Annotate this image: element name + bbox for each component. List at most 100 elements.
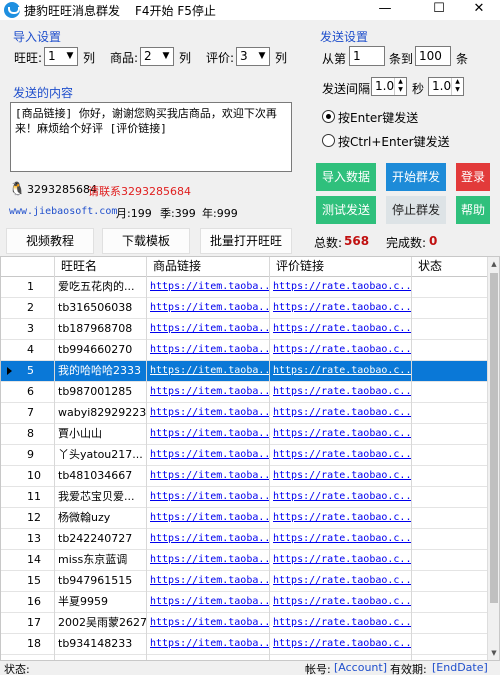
table-row[interactable]: 4 tb994660270 https://item.taoba... https:/…: [1, 340, 489, 361]
product-link-cell[interactable]: https://item.taoba...: [147, 382, 270, 403]
review-link-cell[interactable]: https://rate.taobao.c...: [270, 445, 412, 466]
close-button[interactable]: ✕: [456, 0, 500, 20]
video-tutorial-button[interactable]: 视频教程: [6, 228, 94, 254]
table-row[interactable]: 17 2002吴雨蒙2627 https://item.taoba... https:…: [1, 613, 489, 634]
interval-label: 发送间隔: [322, 82, 371, 96]
review-link-cell[interactable]: https://rate.taobao.c...: [270, 592, 412, 613]
review-link-cell[interactable]: https://rate.taobao.c...: [270, 508, 412, 529]
help-button[interactable]: 帮助: [456, 196, 490, 224]
interval-max-stepper[interactable]: 1.0 ▲ ▼: [428, 77, 464, 96]
table-row[interactable]: 10 tb481034667 https://item.taoba... https:…: [1, 466, 489, 487]
product-link-cell[interactable]: https://item.taoba...: [147, 508, 270, 529]
review-link-cell[interactable]: https://rate.taobao.c...: [270, 382, 412, 403]
review-link-cell[interactable]: https://rate.taobao.c...: [270, 529, 412, 550]
product-link-cell[interactable]: https://item.taoba...: [147, 634, 270, 655]
product-link-cell[interactable]: https://item.taoba...: [147, 403, 270, 424]
product-link-cell[interactable]: https://item.taoba...: [147, 445, 270, 466]
table-row[interactable]: 15 tb947961515 https://item.taoba... https:…: [1, 571, 489, 592]
table-row[interactable]: 3 tb187968708 https://item.taoba... https:/…: [1, 319, 489, 340]
review-link-cell[interactable]: https://rate.taobao.c...: [270, 277, 412, 298]
recipient-grid[interactable]: 旺旺名 商品链接 评价链接 状态 1 爱吃五花肉的... https://item.…: [0, 256, 500, 661]
from-index-input[interactable]: 1: [349, 46, 385, 66]
wangwang-name-cell: tb187968708: [55, 319, 147, 340]
product-link-cell[interactable]: https://item.taoba...: [147, 340, 270, 361]
batch-open-wangwang-button[interactable]: 批量打开旺旺: [200, 228, 292, 254]
product-column-select[interactable]: 2 ▼: [140, 47, 174, 66]
grid-header: 旺旺名 商品链接 评价链接 状态: [1, 257, 489, 277]
review-link-cell[interactable]: https://rate.taobao.c...: [270, 424, 412, 445]
wangwang-column-select[interactable]: 1 ▼: [44, 47, 78, 66]
table-row[interactable]: 5 我的哈哈哈2333 https://item.taoba... https://r…: [1, 361, 489, 382]
scrollbar-thumb[interactable]: [490, 273, 498, 603]
product-link-cell[interactable]: https://item.taoba...: [147, 592, 270, 613]
table-row[interactable]: 1 爱吃五花肉的... https://item.taoba... https://r…: [1, 277, 489, 298]
table-row[interactable]: 7 wabyi82929223 https://item.taoba... https…: [1, 403, 489, 424]
status-cell: [412, 382, 489, 403]
website-link[interactable]: www.jiebaosoft.com: [9, 206, 117, 217]
message-textarea[interactable]: [商品链接] 你好，谢谢您购买我店商品，欢迎下次再来！麻烦给个好评 [评价链接]: [10, 102, 292, 172]
scroll-down-icon[interactable]: ▼: [488, 646, 499, 660]
test-send-button[interactable]: 测试发送: [316, 196, 376, 224]
product-link-cell[interactable]: https://item.taoba...: [147, 277, 270, 298]
row-number: 9: [1, 445, 55, 466]
vertical-scrollbar[interactable]: ▲ ▼: [487, 257, 499, 660]
review-link-cell[interactable]: https://rate.taobao.c...: [270, 340, 412, 361]
column-header-status[interactable]: 状态: [412, 257, 489, 277]
column-header-product[interactable]: 商品链接: [147, 257, 270, 277]
review-link-cell[interactable]: https://rate.taobao.c...: [270, 613, 412, 634]
product-link-cell[interactable]: https://item.taoba...: [147, 298, 270, 319]
column-header-review[interactable]: 评价链接: [270, 257, 412, 277]
review-link-cell[interactable]: https://rate.taobao.c...: [270, 361, 412, 382]
row-header-corner: [1, 257, 55, 277]
table-row[interactable]: 12 杨微翰uzy https://item.taoba... https://rat…: [1, 508, 489, 529]
enter-send-label[interactable]: 按Enter键发送: [338, 109, 418, 126]
product-link-cell[interactable]: https://item.taoba...: [147, 529, 270, 550]
table-row[interactable]: 13 tb242240727 https://item.taoba... https:…: [1, 529, 489, 550]
stepper-arrows-icon[interactable]: ▲ ▼: [451, 78, 463, 95]
product-link-cell[interactable]: https://item.taoba...: [147, 550, 270, 571]
table-row[interactable]: 18 tb934148233 https://item.taoba... https:…: [1, 634, 489, 655]
status-cell: [412, 466, 489, 487]
table-row[interactable]: 2 tb316506038 https://item.taoba... https:/…: [1, 298, 489, 319]
table-row[interactable]: 14 miss东京蓝调 https://item.taoba... https://r…: [1, 550, 489, 571]
table-row[interactable]: 8 賈小山山 https://item.taoba... https://rate.t…: [1, 424, 489, 445]
review-link-cell[interactable]: https://rate.taobao.c...: [270, 403, 412, 424]
product-link-cell[interactable]: https://item.taoba...: [147, 319, 270, 340]
review-link-cell[interactable]: https://rate.taobao.c...: [270, 319, 412, 340]
review-link-cell[interactable]: https://rate.taobao.c...: [270, 550, 412, 571]
review-link-cell[interactable]: https://rate.taobao.c...: [270, 487, 412, 508]
review-link-cell[interactable]: https://rate.taobao.c...: [270, 571, 412, 592]
review-link-cell[interactable]: https://rate.taobao.c...: [270, 634, 412, 655]
ctrl-enter-send-radio[interactable]: [322, 134, 335, 147]
enter-send-radio[interactable]: [322, 110, 335, 123]
download-template-button[interactable]: 下载模板: [102, 228, 190, 254]
start-send-button[interactable]: 开始群发: [386, 163, 446, 191]
import-data-button[interactable]: 导入数据: [316, 163, 376, 191]
column-header-name[interactable]: 旺旺名: [55, 257, 147, 277]
product-link-cell[interactable]: https://item.taoba...: [147, 361, 270, 382]
expiry-value: [EndDate]: [432, 661, 488, 674]
stepper-arrows-icon[interactable]: ▲ ▼: [394, 78, 406, 95]
table-row[interactable]: 6 tb987001285 https://item.taoba... https:/…: [1, 382, 489, 403]
window-title: 捷豹旺旺消息群发: [24, 4, 121, 18]
login-button[interactable]: 登录: [456, 163, 490, 191]
to-index-input[interactable]: 100: [415, 46, 451, 66]
review-link-cell[interactable]: https://rate.taobao.c...: [270, 298, 412, 319]
expiry-label: 有效期:: [390, 663, 427, 675]
product-link-cell[interactable]: https://item.taoba...: [147, 571, 270, 592]
review-link-cell[interactable]: https://rate.taobao.c...: [270, 466, 412, 487]
ctrl-enter-send-label[interactable]: 按Ctrl+Enter键发送: [338, 133, 450, 150]
minimize-button[interactable]: —: [362, 0, 408, 20]
product-link-cell[interactable]: https://item.taoba...: [147, 613, 270, 634]
product-link-cell[interactable]: https://item.taoba...: [147, 466, 270, 487]
product-link-cell[interactable]: https://item.taoba...: [147, 424, 270, 445]
row-number: 15: [1, 571, 55, 592]
table-row[interactable]: 11 我爱芯宝贝爱... https://item.taoba... https://…: [1, 487, 489, 508]
product-link-cell[interactable]: https://item.taoba...: [147, 487, 270, 508]
interval-min-stepper[interactable]: 1.0 ▲ ▼: [371, 77, 407, 96]
scroll-up-icon[interactable]: ▲: [488, 257, 499, 271]
table-row[interactable]: 16 半夏9959 https://item.taoba... https://rat…: [1, 592, 489, 613]
review-column-select[interactable]: 3 ▼: [236, 47, 270, 66]
stop-send-button[interactable]: 停止群发: [386, 196, 446, 224]
table-row[interactable]: 9 丫头yatou217... https://item.taoba... https…: [1, 445, 489, 466]
